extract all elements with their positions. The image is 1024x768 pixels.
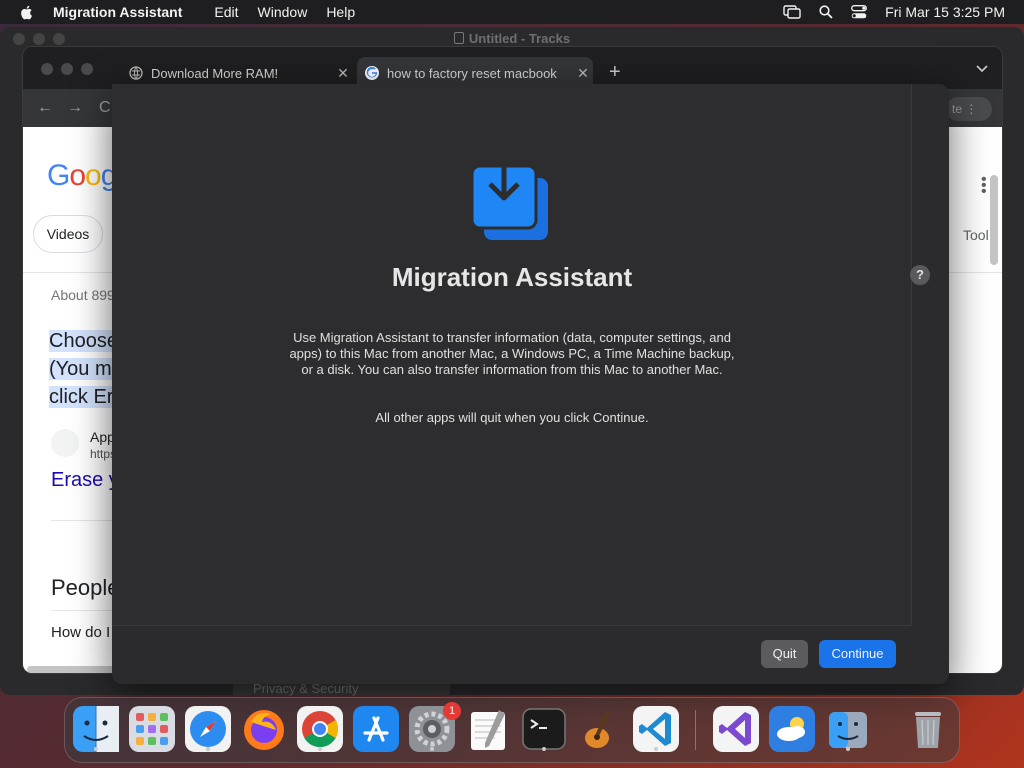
control-center-icon[interactable]: [851, 5, 868, 19]
menu-help[interactable]: Help: [326, 4, 355, 20]
garageband-icon[interactable]: [577, 706, 623, 752]
featured-snippet: Choose (You m click Er: [49, 327, 118, 411]
results-count: About 899: [51, 287, 115, 303]
finder-icon[interactable]: [73, 706, 119, 752]
firefox-icon[interactable]: [241, 706, 287, 752]
snippet-line: (You m: [49, 358, 112, 380]
tab-label: Download More RAM!: [151, 65, 279, 81]
dialog-content-pane: Migration Assistant Use Migration Assist…: [112, 84, 912, 626]
running-indicator: [542, 747, 546, 751]
visual-studio-icon[interactable]: [713, 706, 759, 752]
document-icon: [453, 32, 464, 44]
textedit-icon[interactable]: [465, 706, 511, 752]
app-store-icon[interactable]: [353, 706, 399, 752]
terminal-icon[interactable]: [521, 706, 567, 752]
snippet-line: Choose: [49, 330, 118, 352]
dock: 1: [64, 697, 960, 763]
google-logo[interactable]: Goog: [47, 159, 117, 193]
dialog-title: Migration Assistant: [391, 262, 633, 292]
vertical-scrollbar[interactable]: [990, 175, 998, 265]
apple-source-icon: [51, 429, 79, 457]
system-settings-icon[interactable]: 1: [409, 702, 461, 752]
tab-close-icon[interactable]: ✕: [573, 65, 593, 82]
quit-button[interactable]: Quit: [761, 640, 808, 668]
trash-icon[interactable]: [905, 706, 951, 752]
menu-bar: Migration Assistant Edit Window Help Fri…: [0, 0, 1024, 24]
window-controls: [41, 63, 93, 75]
google-favicon-icon: [365, 66, 379, 80]
chrome-icon[interactable]: [297, 706, 343, 752]
snippet-line: click Er: [49, 386, 114, 408]
dialog-note: All other apps will quit when you click …: [375, 410, 649, 425]
minimize-window-button[interactable]: [61, 63, 73, 75]
migration-assistant-dock-icon[interactable]: [825, 706, 871, 752]
tab-close-icon[interactable]: ✕: [333, 65, 353, 82]
people-also-ask-heading: People: [51, 575, 120, 600]
dock-separator: [695, 710, 696, 750]
running-indicator: [94, 747, 98, 751]
tab-strip: Download More RAM! ✕ how to factory rese…: [23, 47, 1002, 89]
notification-badge: 1: [443, 702, 461, 720]
running-indicator: [654, 747, 658, 751]
running-indicator: [318, 747, 322, 751]
spotlight-search-icon[interactable]: [819, 5, 833, 19]
menu-app-name[interactable]: Migration Assistant: [53, 4, 182, 20]
menu-edit[interactable]: Edit: [214, 4, 238, 20]
close-window-button[interactable]: [41, 63, 53, 75]
weather-icon[interactable]: [769, 706, 815, 752]
apple-menu-icon[interactable]: [19, 4, 35, 20]
background-window-title: Untitled - Tracks: [0, 31, 1024, 46]
migration-assistant-dialog: Migration Assistant Use Migration Assist…: [112, 84, 949, 684]
screen-mirroring-icon[interactable]: [783, 5, 801, 19]
result-link[interactable]: Erase y: [51, 469, 119, 492]
update-button[interactable]: te ⋮: [946, 97, 992, 121]
launchpad-icon[interactable]: [129, 706, 175, 752]
migration-assistant-app-icon: [470, 152, 548, 240]
help-button[interactable]: ?: [910, 265, 930, 285]
videos-filter-chip[interactable]: Videos: [33, 215, 103, 253]
tab-label: how to factory reset macbook: [387, 65, 557, 81]
tab-search-chevron-icon[interactable]: [976, 65, 988, 73]
globe-icon: [129, 66, 143, 80]
more-options-icon[interactable]: • • •: [981, 172, 987, 200]
people-also-ask-question[interactable]: How do I: [51, 624, 110, 641]
forward-arrow-icon[interactable]: →: [67, 99, 83, 117]
tools-button[interactable]: Tool: [963, 227, 989, 243]
new-tab-plus-icon[interactable]: +: [609, 61, 621, 84]
running-indicator: [846, 747, 850, 751]
running-indicator: [430, 747, 434, 751]
reload-icon[interactable]: C: [99, 99, 111, 117]
vscode-icon[interactable]: [633, 706, 679, 752]
continue-button[interactable]: Continue: [819, 640, 896, 668]
menubar-clock[interactable]: Fri Mar 15 3:25 PM: [885, 4, 1005, 20]
menu-window[interactable]: Window: [258, 4, 308, 20]
privacy-security-window-title: Privacy & Security: [233, 683, 450, 696]
dialog-description: Use Migration Assistant to transfer info…: [289, 330, 735, 377]
safari-icon[interactable]: [185, 706, 231, 752]
back-arrow-icon[interactable]: ←: [37, 99, 53, 117]
running-indicator: [206, 747, 210, 751]
zoom-window-button[interactable]: [81, 63, 93, 75]
